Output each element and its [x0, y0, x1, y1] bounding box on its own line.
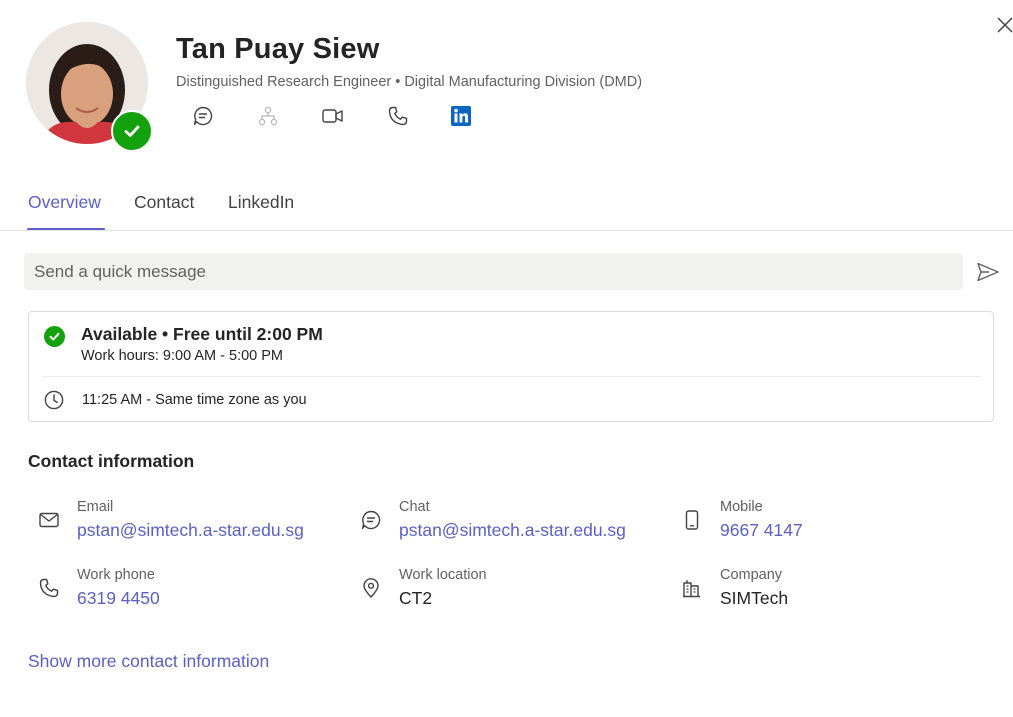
work-hours: Work hours: 9:00 AM - 5:00 PM [81, 348, 284, 364]
work-phone-label: Work phone [77, 567, 155, 583]
video-call-button[interactable] [318, 102, 348, 130]
send-button[interactable] [975, 260, 1001, 284]
card-divider [42, 376, 980, 377]
chat-icon [193, 106, 213, 126]
available-status-icon [44, 326, 65, 347]
checkmark-icon [49, 332, 60, 341]
email-link[interactable]: pstan@simtech.a-star.edu.sg [77, 520, 304, 541]
video-call-icon [322, 109, 343, 123]
work-location-value: CT2 [399, 588, 433, 608]
work-location-label: Work location [399, 567, 487, 583]
org-chart-button[interactable] [253, 102, 283, 130]
presence-badge [111, 110, 153, 152]
mobile-label: Mobile [720, 499, 763, 515]
profile-name: Tan Puay Siew [176, 33, 380, 65]
linkedin-button[interactable] [446, 102, 476, 130]
chat-label: Chat [399, 499, 430, 515]
tab-linkedin[interactable]: LinkedIn [228, 192, 294, 213]
call-button[interactable] [383, 102, 413, 130]
local-time: 11:25 AM - Same time zone as you [82, 392, 307, 408]
location-pin-icon [360, 577, 382, 599]
phone-icon [38, 577, 60, 599]
tab-overview[interactable]: Overview [28, 192, 101, 213]
chat-button[interactable] [188, 102, 218, 130]
building-icon [681, 577, 703, 599]
close-icon [997, 17, 1013, 33]
mobile-phone-icon [681, 509, 703, 531]
work-phone-link[interactable]: 6319 4450 [77, 588, 160, 609]
company-value: SIMTech [720, 588, 789, 608]
mail-icon [38, 509, 60, 531]
show-more-contact-link[interactable]: Show more contact information [28, 651, 269, 672]
company-label: Company [720, 567, 783, 583]
close-button[interactable] [994, 14, 1013, 36]
chat-link[interactable]: pstan@simtech.a-star.edu.sg [399, 520, 626, 541]
linkedin-icon [451, 106, 471, 126]
availability-status: Available • Free until 2:00 PM [81, 324, 323, 344]
quick-message-input[interactable] [24, 253, 963, 290]
phone-icon [388, 106, 408, 126]
clock-icon [43, 389, 65, 411]
chat-icon [360, 509, 382, 531]
send-icon [977, 262, 999, 282]
profile-subtitle: Distinguished Research Engineer • Digita… [176, 74, 643, 90]
mobile-link[interactable]: 9667 4147 [720, 520, 803, 541]
tab-divider [0, 230, 1013, 231]
tab-contact[interactable]: Contact [134, 192, 194, 213]
org-chart-icon [258, 106, 278, 126]
contact-info-title: Contact information [28, 451, 195, 471]
checkmark-icon [124, 125, 140, 137]
email-label: Email [77, 499, 114, 515]
